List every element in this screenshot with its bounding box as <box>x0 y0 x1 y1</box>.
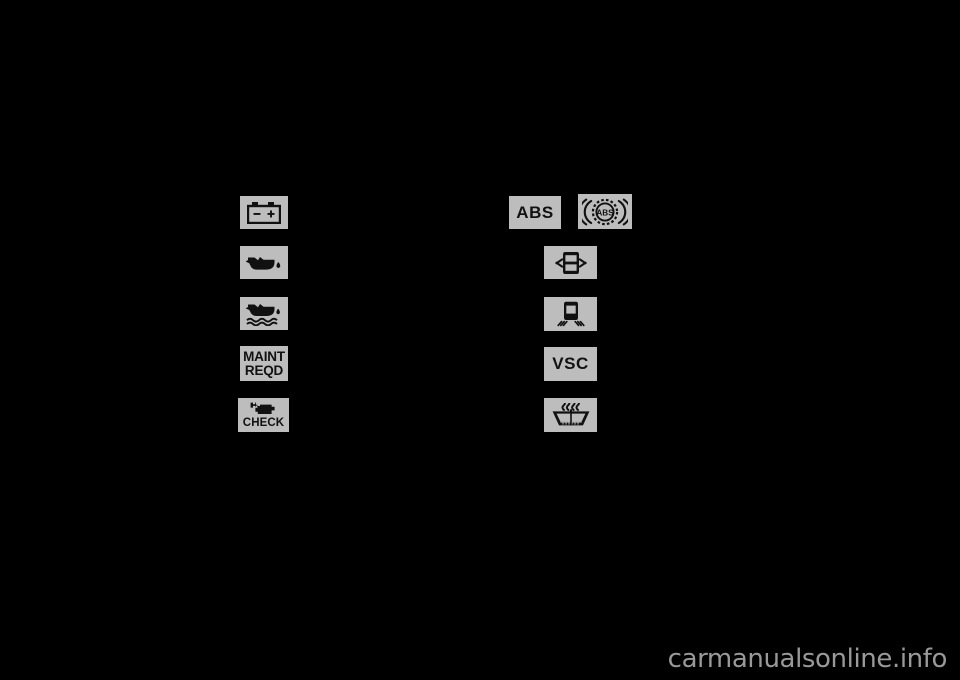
brake-system-car-icon <box>544 246 597 279</box>
engine-block-icon <box>251 401 276 414</box>
vsc-label: VSC <box>552 354 589 374</box>
rear-window-defogger-icon <box>544 398 597 432</box>
battery-charge-warning-icon <box>240 196 288 229</box>
abs-warning-text-indicator: ABS <box>509 196 561 229</box>
site-watermark: carmanualsonline.info <box>667 644 948 674</box>
maintenance-required-indicator: MAINT REQD <box>240 346 288 381</box>
low-oil-pressure-warning-icon <box>240 246 288 279</box>
abs-label: ABS <box>516 202 554 222</box>
abs-circle-warning-icon: ABS <box>578 194 632 229</box>
vsc-warning-text-indicator: VSC <box>544 347 597 381</box>
check-engine-malfunction-indicator: CHECK <box>238 398 289 432</box>
maintenance-required-label: MAINT REQD <box>243 348 285 378</box>
manual-page: MAINT REQD CHECK ABS ABS VSC carmanualso… <box>0 0 960 680</box>
svg-text:ABS: ABS <box>596 208 614 217</box>
check-engine-label: CHECK <box>242 416 285 429</box>
vehicle-skid-control-slip-icon <box>544 297 597 331</box>
engine-coolant-temperature-warning-icon <box>240 297 288 330</box>
